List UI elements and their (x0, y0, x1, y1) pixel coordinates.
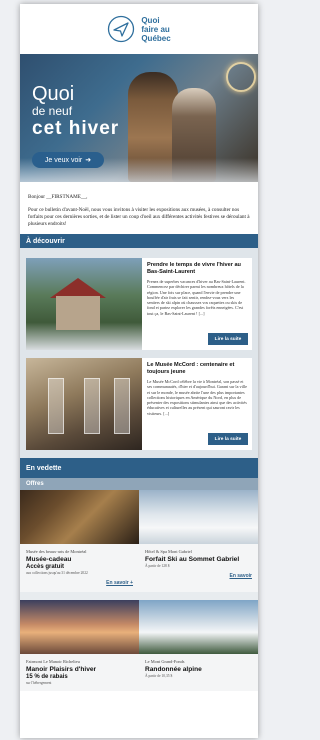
article-text: Prendre le temps de vivre l'hiver au Bas… (142, 258, 252, 350)
hero-title: Quoi de neuf cet hiver (32, 84, 119, 140)
offer-card[interactable]: Musée des beaux-arts de Montréal Musée-c… (20, 490, 139, 592)
article-card[interactable]: Prendre le temps de vivre l'hiver au Bas… (26, 258, 252, 350)
offer-price: 15 % de rabais (26, 673, 68, 680)
ferris-wheel-decoration (226, 62, 256, 92)
article-title[interactable]: Prendre le temps de vivre l'hiver au Bas… (147, 262, 247, 276)
offer-name: Manoir Plaisirs d'hiver (26, 665, 97, 673)
offers-grid: Musée des beaux-arts de Montréal Musée-c… (20, 490, 258, 691)
discover-section: Prendre le temps de vivre l'hiver au Bas… (20, 248, 258, 458)
logo-line-3: Québec (141, 33, 171, 43)
article-text: Le Musée McCord : centenaire et toujours… (142, 358, 252, 450)
offer-venue: Fairmont Le Manoir Richelieu (26, 658, 80, 664)
compass-arrow-icon (108, 15, 135, 43)
article-body: Prenez de superbes vacances d'hiver au B… (147, 279, 246, 316)
offer-price: Accès gratuit (26, 564, 65, 570)
discover-heading: À découvrir (20, 234, 258, 248)
article-card[interactable]: Le Musée McCord : centenaire et toujours… (26, 358, 252, 450)
offer-venue: Hôtel & Spa Mont Gabriel (145, 549, 192, 554)
article-title[interactable]: Le Musée McCord : centenaire et toujours… (147, 362, 247, 376)
offer-name: Musée-cadeau (26, 556, 72, 563)
article-body: Le Musée McCord célèbre la vie à Montréa… (147, 379, 247, 416)
offer-learn-more-link[interactable]: En savoir + (20, 576, 139, 586)
intro-body: Pour ce bulletin d'avant-Noël, nous vous… (28, 207, 250, 227)
offer-image-manor[interactable] (20, 599, 139, 654)
article-image-house[interactable] (26, 258, 142, 350)
intro-text: Bonjour __FIRSTNAME__, Pour ce bulletin … (20, 182, 258, 234)
offer-card[interactable]: Le Mont Grand-Fonds Randonnée alpine À p… (139, 599, 258, 691)
hero-cta-button[interactable]: Je veux voir ➜ (32, 152, 104, 168)
logo-line-1: Quoi (141, 15, 160, 25)
offer-details: À partir de 10,35 $ (145, 673, 173, 678)
offer-venue: Musée des beaux-arts de Montréal (26, 549, 87, 554)
offer-name: Forfait Ski au Sommet Gabriel (145, 556, 240, 563)
hero-title-line-1: Quoi (32, 83, 75, 105)
featured-heading: En vedette (20, 458, 258, 478)
house-body-shape (56, 296, 100, 330)
hero-cta-label: Je veux voir (44, 156, 83, 164)
hero-title-line-3: cet hiver (32, 118, 120, 139)
hero-banner[interactable]: Quoi de neuf cet hiver Je veux voir ➜ (20, 54, 258, 182)
read-more-button[interactable]: Lire la suite (208, 333, 248, 345)
logo-wordmark[interactable]: Quoi faire au Québec (141, 16, 170, 43)
display-case-shape (84, 378, 100, 434)
offer-details: sur l'hébergement (26, 680, 52, 685)
read-more-button[interactable]: Lire la suite (208, 433, 248, 445)
display-case-shape (114, 378, 130, 434)
offer-image-ski[interactable] (139, 490, 258, 544)
article-image-museum[interactable] (26, 358, 142, 450)
offer-card[interactable]: Hôtel & Spa Mont Gabriel Forfait Ski au … (139, 490, 258, 592)
offers-subheading: Offres (20, 478, 258, 490)
logo-line-2: faire au (141, 24, 170, 34)
offer-card[interactable]: Fairmont Le Manoir Richelieu Manoir Plai… (20, 599, 139, 691)
greeting: Bonjour __FIRSTNAME__, (28, 194, 88, 200)
offer-image-hike[interactable] (139, 599, 258, 654)
display-case-shape (48, 378, 64, 434)
offer-learn-more-link[interactable]: En savoir (139, 569, 258, 579)
offer-name: Randonnée alpine (145, 665, 202, 673)
offer-row-divider (20, 591, 258, 600)
newsletter-page: Quoi faire au Québec Quoi de neuf cet hi… (20, 4, 258, 738)
hero-title-line-2: de neuf (32, 104, 73, 118)
offer-image-painting[interactable] (20, 490, 139, 544)
house-roof-shape (50, 278, 106, 298)
offer-venue: Le Mont Grand-Fonds (145, 658, 185, 664)
arrow-right-icon: ➜ (85, 157, 92, 164)
header: Quoi faire au Québec (20, 4, 258, 54)
